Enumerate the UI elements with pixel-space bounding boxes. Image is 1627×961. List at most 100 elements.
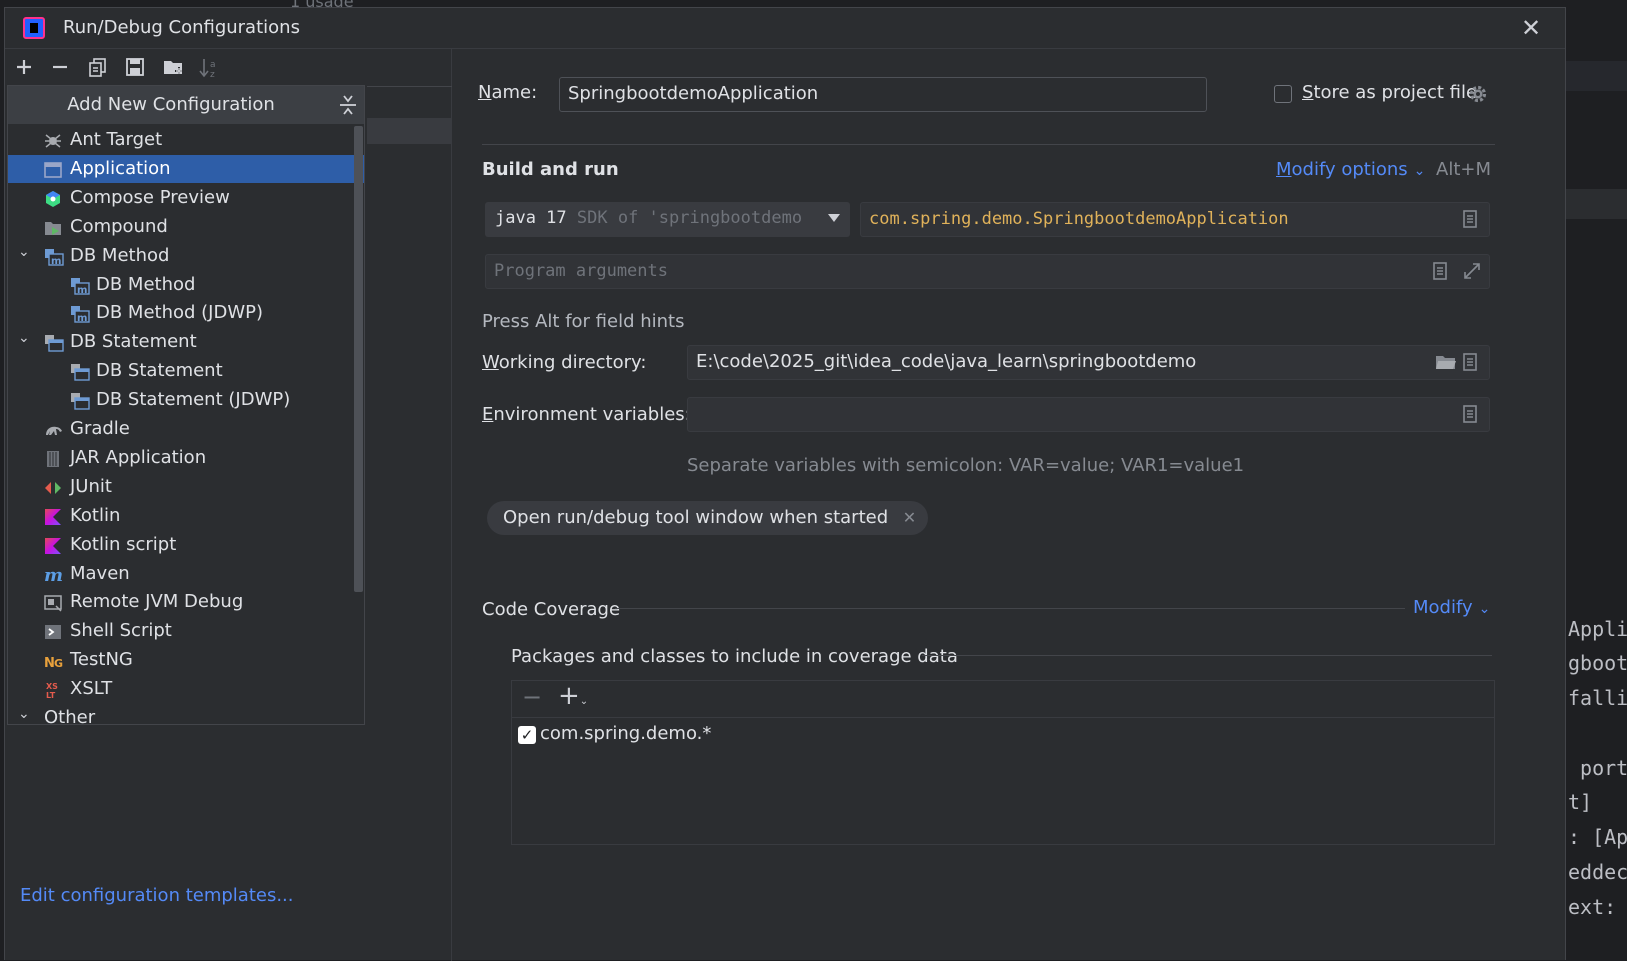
environment-variables-input[interactable] — [687, 397, 1490, 432]
config-type-label: JAR Application — [70, 446, 207, 468]
config-type-item[interactable]: Kotlin script — [8, 531, 352, 559]
config-type-item[interactable]: m Maven — [8, 560, 352, 588]
document-icon[interactable] — [1463, 405, 1479, 423]
config-type-item[interactable]: Remote JVM Debug — [8, 588, 352, 616]
config-type-item[interactable]: m DB Method (JDWP) — [8, 299, 352, 327]
config-type-item[interactable]: Application — [8, 154, 364, 183]
document-icon[interactable] — [1463, 210, 1479, 228]
jdk-select[interactable]: java 17 SDK of 'springbootdemo — [485, 202, 850, 237]
xslt-icon: XS LT — [44, 680, 62, 700]
save-icon[interactable] — [122, 54, 148, 80]
config-type-item[interactable]: XS LT XSLT — [8, 675, 352, 703]
config-type-label: DB Statement — [96, 360, 223, 382]
config-type-item[interactable]: Kotlin — [8, 502, 352, 530]
add-icon[interactable] — [11, 54, 37, 80]
ant-icon — [44, 131, 62, 149]
config-type-label: Application — [70, 157, 171, 179]
config-type-item[interactable]: m DB Method — [8, 271, 352, 299]
code-line: Appli — [1568, 617, 1627, 641]
db-method-icon: m — [44, 247, 64, 267]
document-icon[interactable] — [1433, 262, 1449, 280]
working-directory-label: Working directory: — [482, 352, 646, 373]
config-type-label: Maven — [70, 562, 130, 584]
name-label: Name: — [478, 82, 537, 103]
chevron-down-icon — [828, 214, 840, 222]
copy-icon[interactable] — [85, 54, 111, 80]
chevron-down-icon: ⌄ — [1413, 163, 1426, 179]
config-type-label: Kotlin — [70, 504, 121, 526]
edit-templates-link[interactable]: Edit configuration templates... — [20, 885, 294, 906]
config-type-label: Compose Preview — [70, 186, 230, 208]
code-line: : [Ap — [1568, 825, 1627, 849]
config-type-item[interactable]: JAR Application — [8, 444, 352, 472]
config-type-item[interactable]: Gradle — [8, 415, 352, 443]
remove-icon[interactable] — [47, 54, 73, 80]
config-type-item[interactable]: ⌄ DB Statement — [8, 328, 352, 356]
gradle-icon — [44, 420, 62, 438]
config-type-item[interactable]: N G TestNG — [8, 646, 352, 674]
config-type-label: Gradle — [70, 418, 130, 439]
svg-text:LT: LT — [46, 691, 56, 700]
config-type-item[interactable]: Ant Target — [8, 126, 352, 154]
field-hints-text: Press Alt for field hints — [482, 311, 685, 332]
config-type-item[interactable]: ⌄ Other — [8, 704, 352, 724]
sort-icon[interactable]: az — [197, 54, 223, 80]
junit-icon — [44, 478, 62, 496]
code-line: falli — [1568, 686, 1627, 710]
shell-icon — [44, 622, 62, 640]
coverage-packages-table: − +⌄ ✓ com.spring.demo.* — [511, 680, 1495, 845]
store-as-project-file-checkbox[interactable] — [1274, 85, 1292, 103]
jar-icon — [44, 449, 62, 467]
config-type-label: DB Statement — [70, 331, 197, 353]
svg-text:m: m — [77, 285, 87, 295]
db-method-icon: m — [70, 276, 90, 296]
open-tool-window-chip[interactable]: Open run/debug tool window when started … — [487, 501, 929, 535]
package-checkbox[interactable]: ✓ — [518, 726, 536, 744]
main-class-value: com.spring.demo.SpringbootdemoApplicatio… — [869, 209, 1289, 229]
modify-options-link[interactable]: Modify options ⌄ — [1276, 159, 1425, 180]
svg-text:m: m — [51, 256, 61, 266]
code-coverage-modify-link[interactable]: Modify ⌄ — [1413, 597, 1490, 618]
separator — [615, 608, 1405, 609]
tree-row[interactable] — [367, 118, 452, 144]
config-type-item[interactable]: Compound — [8, 213, 352, 241]
config-type-item[interactable]: JUnit — [8, 473, 352, 501]
svg-text:m: m — [77, 313, 87, 323]
config-type-label: Compound — [70, 215, 168, 237]
close-icon[interactable]: ✕ — [1517, 14, 1545, 42]
label-rest: nvironment variables: — [493, 404, 691, 425]
add-icon[interactable]: +⌄ — [558, 681, 588, 711]
code-line: ext: — [1568, 895, 1617, 919]
code-coverage-heading: Code Coverage — [482, 599, 621, 620]
close-icon[interactable]: ✕ — [903, 501, 916, 535]
store-as-project-file-label[interactable]: Store as project file — [1302, 82, 1477, 103]
popup-title: Add New Configuration — [67, 94, 275, 115]
popup-scrollbar[interactable] — [354, 126, 363, 592]
config-type-item[interactable]: DB Statement (JDWP) — [8, 386, 352, 414]
config-type-label: Kotlin script — [70, 533, 177, 555]
config-type-item[interactable]: ⌄ m DB Method — [8, 242, 352, 270]
separator — [922, 655, 1492, 656]
config-type-label: Shell Script — [70, 620, 172, 642]
gear-icon[interactable] — [1468, 84, 1488, 104]
config-type-item[interactable]: Shell Script — [8, 617, 352, 645]
chevron-down-icon[interactable]: ⌄ — [18, 700, 30, 724]
program-arguments-input[interactable]: Program arguments — [485, 254, 1490, 289]
configurations-toolbar: az — [5, 49, 452, 85]
name-input[interactable]: SpringbootdemoApplication — [559, 77, 1207, 112]
config-type-item[interactable]: DB Statement — [8, 357, 352, 385]
config-type-item[interactable]: Compose Preview — [8, 184, 352, 212]
collapse-all-icon[interactable] — [338, 94, 358, 116]
modify-options-shortcut: Alt+M — [1436, 159, 1491, 180]
run-debug-dialog: Run/Debug Configurations ✕ az Add New Co… — [4, 7, 1566, 961]
main-class-input[interactable]: com.spring.demo.SpringbootdemoApplicatio… — [860, 202, 1490, 237]
working-directory-input[interactable]: E:\code\2025_git\idea_code\java_learn\sp… — [687, 345, 1490, 380]
svg-text:a: a — [210, 60, 216, 70]
expand-icon[interactable] — [1463, 262, 1480, 280]
document-icon[interactable] — [1463, 353, 1479, 371]
new-folder-icon[interactable] — [161, 54, 187, 80]
chevron-down-icon[interactable]: ⌄ — [18, 238, 30, 266]
folder-icon[interactable] — [1435, 353, 1456, 371]
config-type-label: DB Method — [96, 273, 196, 295]
chevron-down-icon[interactable]: ⌄ — [18, 324, 30, 352]
